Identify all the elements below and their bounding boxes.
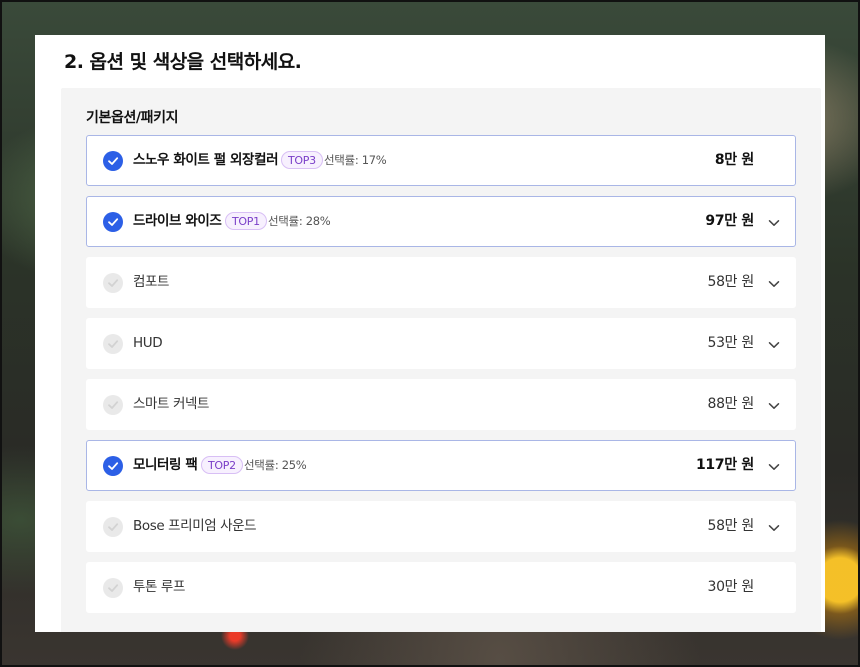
option-name: 투톤 루프 — [133, 579, 185, 595]
option-name: 스노우 화이트 펄 외장컬러 — [133, 152, 279, 168]
top-rank-badge: TOP3 — [281, 151, 323, 169]
option-name: HUD — [133, 335, 163, 351]
check-icon[interactable] — [103, 334, 123, 354]
check-icon[interactable] — [103, 578, 123, 598]
group-label: 기본옵션/패키지 — [86, 110, 179, 126]
option-price: 58만 원 — [707, 518, 754, 534]
selection-rate: 선택률: 25% — [244, 458, 307, 472]
option-price: 30만 원 — [707, 579, 754, 595]
chevron-down-icon[interactable] — [767, 337, 781, 356]
check-icon[interactable] — [103, 212, 123, 232]
top-rank-badge: TOP2 — [201, 456, 243, 474]
chevron-down-icon[interactable] — [767, 398, 781, 417]
option-price: 88만 원 — [707, 396, 754, 412]
option-row[interactable]: 스노우 화이트 펄 외장컬러 TOP3 선택률: 17% 8만 원 — [86, 135, 796, 186]
check-icon[interactable] — [103, 517, 123, 537]
top-rank-badge: TOP1 — [225, 212, 267, 230]
option-row[interactable]: 스마트 커넥트 88만 원 — [86, 379, 796, 430]
option-row[interactable]: 모니터링 팩 TOP2 선택률: 25% 117만 원 — [86, 440, 796, 491]
options-panel: 2. 옵션 및 색상을 선택하세요. 기본옵션/패키지 스노우 화이트 펄 외장… — [35, 35, 825, 632]
chevron-down-icon[interactable] — [767, 520, 781, 539]
selection-rate: 선택률: 28% — [268, 214, 331, 228]
check-icon[interactable] — [103, 395, 123, 415]
option-row[interactable]: 투톤 루프 30만 원 — [86, 562, 796, 613]
check-icon[interactable] — [103, 456, 123, 476]
option-price: 117만 원 — [695, 457, 754, 473]
chevron-down-icon[interactable] — [767, 459, 781, 478]
option-name: 스마트 커넥트 — [133, 396, 210, 412]
option-name: 모니터링 팩 — [133, 457, 198, 473]
option-row[interactable]: 컴포트 58만 원 — [86, 257, 796, 308]
option-price: 53만 원 — [707, 335, 754, 351]
option-name: 컴포트 — [133, 274, 170, 290]
option-group: 기본옵션/패키지 스노우 화이트 펄 외장컬러 TOP3 선택률: 17% 8만 원드… — [61, 88, 821, 632]
option-row[interactable]: 드라이브 와이즈 TOP1 선택률: 28% 97만 원 — [86, 196, 796, 247]
check-icon[interactable] — [103, 151, 123, 171]
option-price: 58만 원 — [707, 274, 754, 290]
option-price: 97만 원 — [705, 213, 754, 229]
option-name: Bose 프리미엄 사운드 — [133, 518, 257, 534]
selection-rate: 선택률: 17% — [324, 153, 387, 167]
check-icon[interactable] — [103, 273, 123, 293]
section-title: 2. 옵션 및 색상을 선택하세요. — [64, 51, 302, 73]
option-name: 드라이브 와이즈 — [133, 213, 222, 229]
chevron-down-icon[interactable] — [767, 215, 781, 234]
option-row[interactable]: HUD 53만 원 — [86, 318, 796, 369]
option-row[interactable]: Bose 프리미엄 사운드 58만 원 — [86, 501, 796, 552]
chevron-down-icon[interactable] — [767, 276, 781, 295]
option-price: 8만 원 — [714, 152, 754, 168]
